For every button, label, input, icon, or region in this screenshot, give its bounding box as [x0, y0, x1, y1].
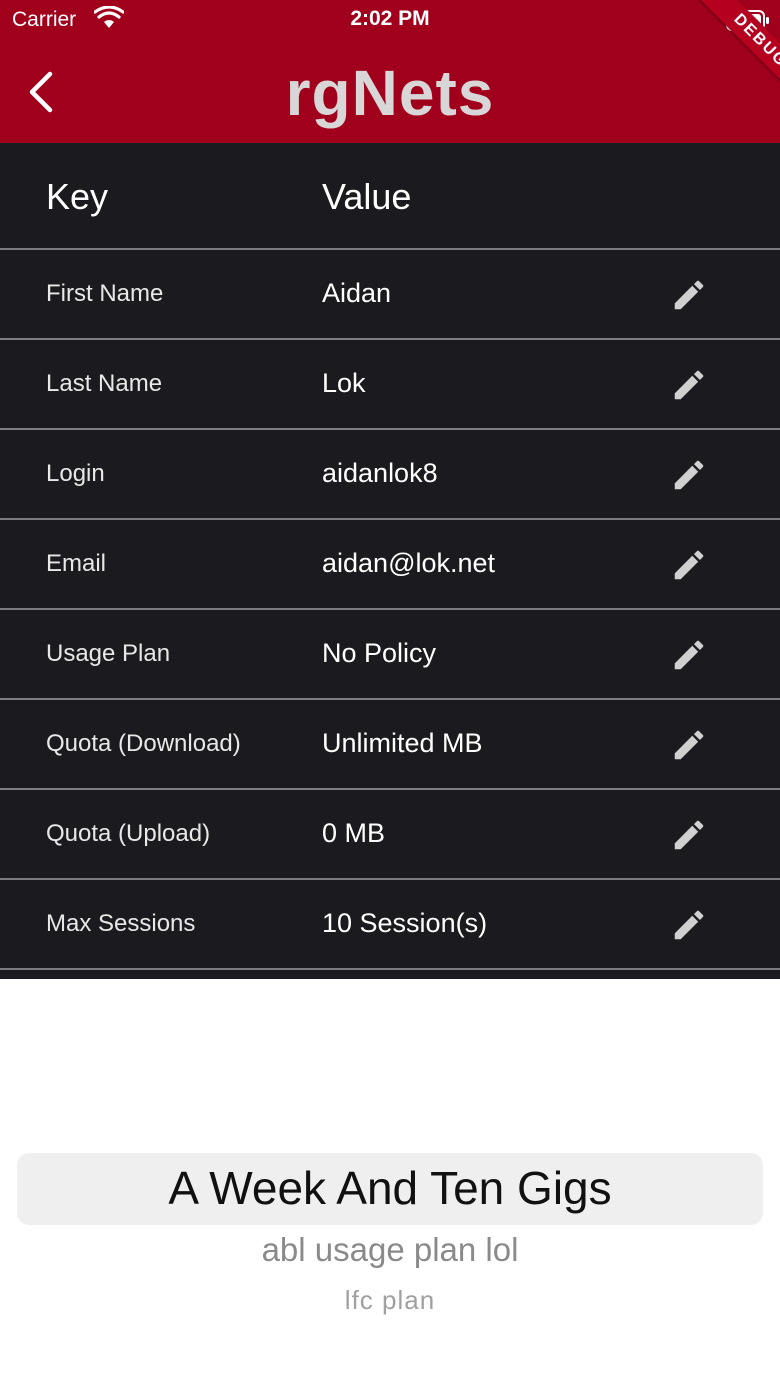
- edit-icon[interactable]: [670, 276, 708, 314]
- edit-icon[interactable]: [670, 906, 708, 944]
- user-details-table: Key Value First Name Aidan Last Name Lok…: [0, 143, 780, 979]
- table-row: First Name Aidan: [0, 250, 780, 340]
- picker-option[interactable]: lfc plan: [0, 1285, 780, 1316]
- edit-icon[interactable]: [670, 456, 708, 494]
- row-value: aidanlok8: [322, 458, 438, 488]
- row-value: 10 Session(s): [322, 908, 488, 938]
- table-header: Key Value: [0, 143, 780, 250]
- usage-plan-picker[interactable]: A Week And Ten Gigs abl usage plan lol l…: [0, 979, 780, 1387]
- row-value: No Policy: [322, 638, 437, 668]
- status-time: 2:02 PM: [350, 7, 430, 30]
- picker-option-selected[interactable]: A Week And Ten Gigs: [0, 1161, 780, 1215]
- status-bar: Carrier 2:02 PM: [0, 0, 780, 40]
- value-column-header: Value: [322, 176, 412, 217]
- row-key: Last Name: [46, 370, 163, 397]
- app-bar: Carrier 2:02 PM DEBUG rgNets: [0, 0, 780, 143]
- picker-option[interactable]: abl usage plan lol: [0, 1231, 780, 1269]
- row-key: Email: [46, 550, 107, 577]
- app-logo: rgNets: [285, 57, 495, 129]
- row-key: Login: [46, 460, 105, 487]
- row-value: aidan@lok.net: [322, 548, 496, 578]
- row-value: Lok: [322, 368, 366, 398]
- edit-icon[interactable]: [670, 636, 708, 674]
- table-row: Quota (Download) Unlimited MB: [0, 700, 780, 790]
- row-key: First Name: [46, 280, 164, 307]
- row-key: Quota (Upload): [46, 820, 211, 847]
- row-value: 0 MB: [322, 818, 386, 848]
- table-row: Login aidanlok8: [0, 430, 780, 520]
- row-value: Aidan: [322, 278, 392, 308]
- key-column-header: Key: [46, 176, 109, 217]
- table-row: Usage Plan No Policy: [0, 610, 780, 700]
- edit-icon[interactable]: [670, 726, 708, 764]
- table-row: Last Name Lok: [0, 340, 780, 430]
- edit-icon[interactable]: [670, 366, 708, 404]
- table-row: Quota (Upload) 0 MB: [0, 790, 780, 880]
- edit-icon[interactable]: [670, 546, 708, 584]
- row-value: Unlimited MB: [322, 728, 483, 758]
- table-row: Email aidan@lok.net: [0, 520, 780, 610]
- table-row: Max Sessions 10 Session(s): [0, 880, 780, 970]
- row-key: Quota (Download): [46, 730, 241, 757]
- row-key: Max Sessions: [46, 910, 196, 937]
- edit-icon[interactable]: [670, 816, 708, 854]
- row-key: Usage Plan: [46, 640, 171, 667]
